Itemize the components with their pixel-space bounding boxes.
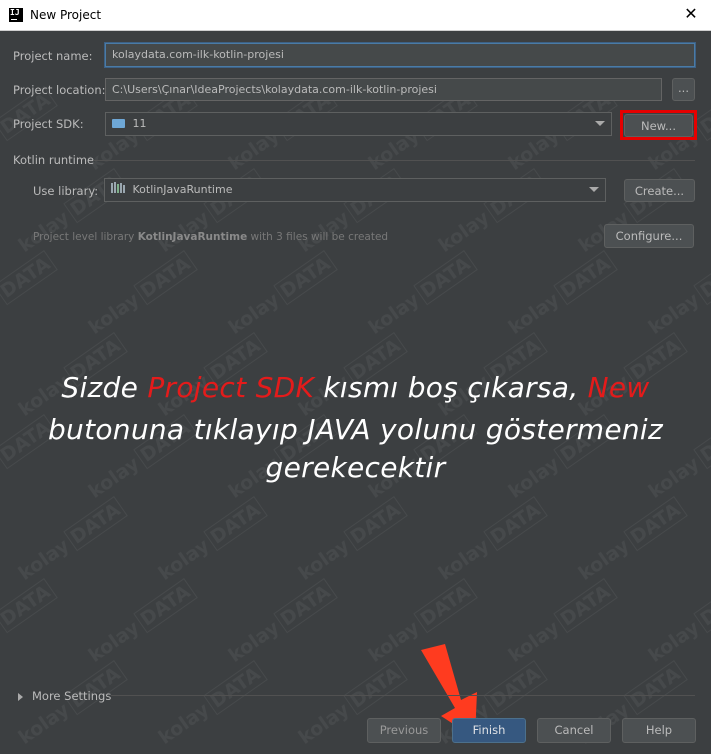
project-name-input[interactable]: kolaydata.com-ilk-kotlin-projesi xyxy=(105,43,695,67)
watermark-text: kolayDATA xyxy=(365,250,478,339)
help-button[interactable]: Help xyxy=(622,718,696,743)
watermark-text: kolayDATA xyxy=(85,250,198,339)
library-hint-text: Project level library KotlinJavaRuntime … xyxy=(33,231,389,243)
section-divider xyxy=(93,160,695,161)
project-name-value: kolaydata.com-ilk-kotlin-projesi xyxy=(112,48,284,61)
watermark-text: kolayDATA xyxy=(0,250,58,339)
title-bar: IJ New Project ✕ xyxy=(0,0,711,31)
previous-button[interactable]: Previous xyxy=(367,718,441,743)
watermark-text: kolayDATA xyxy=(85,578,198,667)
project-sdk-dropdown[interactable]: 11 xyxy=(105,112,612,136)
kotlin-runtime-heading: Kotlin runtime xyxy=(13,153,95,167)
project-sdk-value: 11 xyxy=(132,117,147,130)
watermark-text: kolayDATA xyxy=(505,578,618,667)
watermark-text: kolayDATA xyxy=(645,250,711,339)
watermark-text: kolayDATA xyxy=(0,578,58,667)
use-library-label: Use library: xyxy=(33,184,99,198)
watermark-text: kolayDATA xyxy=(15,660,128,749)
browse-location-button[interactable]: ... xyxy=(672,78,695,101)
watermark-text: kolayDATA xyxy=(295,496,408,585)
project-location-input[interactable]: C:\Users\Çınar\IdeaProjects\kolaydata.co… xyxy=(105,78,662,101)
configure-button[interactable]: Configure... xyxy=(604,224,694,248)
library-dropdown[interactable]: KotlinJavaRuntime xyxy=(104,178,606,202)
watermark-text: kolayDATA xyxy=(155,496,268,585)
library-icon xyxy=(111,179,125,200)
watermark-text: kolayDATA xyxy=(505,250,618,339)
finish-button[interactable]: Finish xyxy=(452,718,526,743)
intellij-app-icon: IJ xyxy=(9,8,23,22)
jdk-folder-icon xyxy=(112,118,125,128)
expand-triangle-icon xyxy=(18,692,23,701)
overlay-caption-line-1: Sizde Project SDK kısmı boş çıkarsa, New xyxy=(61,371,650,404)
watermark-text: kolayDATA xyxy=(435,496,548,585)
chevron-down-icon xyxy=(595,121,605,126)
watermark-text: kolayDATA xyxy=(225,250,338,339)
more-settings-divider xyxy=(111,695,695,696)
project-location-value: C:\Users\Çınar\IdeaProjects\kolaydata.co… xyxy=(112,83,437,96)
library-value: KotlinJavaRuntime xyxy=(132,183,233,196)
overlay-caption-line-2: butonuna tıklayıp JAVA yolunu göstermeni… xyxy=(47,413,664,446)
chevron-down-icon xyxy=(589,187,599,192)
more-settings-toggle[interactable]: More Settings xyxy=(18,689,111,703)
new-button-highlight xyxy=(620,110,697,140)
project-location-label: Project location: xyxy=(13,83,106,97)
create-library-button[interactable]: Create... xyxy=(624,179,695,202)
watermark-text: kolayDATA xyxy=(155,660,268,749)
window-title: New Project xyxy=(30,8,102,22)
watermark-text: kolayDATA xyxy=(225,578,338,667)
watermark-text: kolayDATA xyxy=(575,496,688,585)
project-sdk-label: Project SDK: xyxy=(13,117,84,131)
project-name-label: Project name: xyxy=(13,49,93,63)
close-icon[interactable]: ✕ xyxy=(681,4,701,24)
watermark-text: kolayDATA xyxy=(645,578,711,667)
cancel-button[interactable]: Cancel xyxy=(537,718,611,743)
overlay-caption-line-3: gerekecektir xyxy=(265,451,446,484)
more-settings-label: More Settings xyxy=(32,689,112,703)
watermark-text: kolayDATA xyxy=(15,496,128,585)
